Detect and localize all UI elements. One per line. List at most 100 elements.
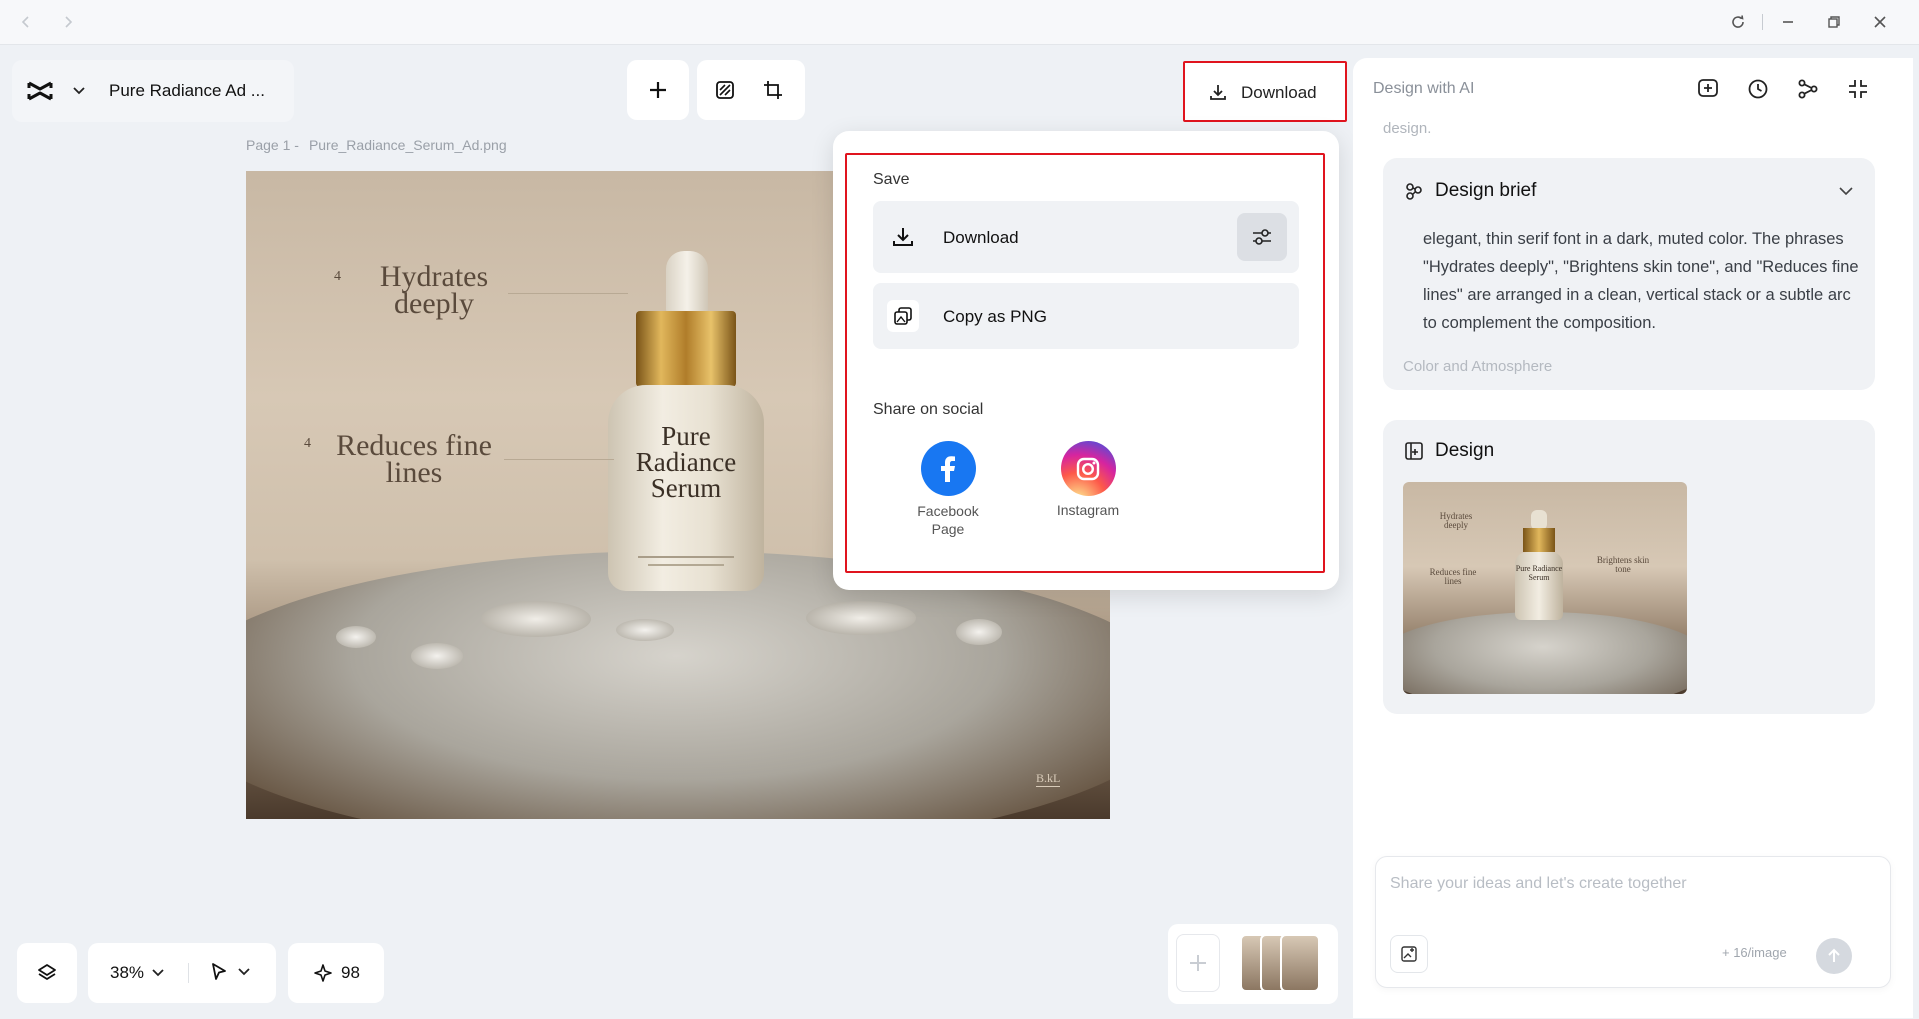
restore-icon[interactable] (1822, 10, 1846, 34)
share-facebook[interactable]: Facebook Page (893, 441, 1003, 538)
chevron-down-icon (238, 968, 250, 976)
credits-count: 98 (341, 963, 360, 982)
reload-icon[interactable] (1726, 10, 1750, 34)
leader-line (504, 459, 614, 460)
download-button[interactable]: Download (1183, 61, 1347, 122)
brand-mark: B.kL (1036, 771, 1061, 787)
chevron-down-icon (152, 969, 164, 977)
benefit-text: Hydrates deeply (379, 260, 489, 320)
titlebar-divider (1762, 14, 1763, 30)
copy-image-icon (887, 300, 919, 332)
download-icon (1207, 81, 1229, 103)
zoom-cursor-group: 38% (88, 943, 276, 1003)
brief-faded-section: Color and Atmosphere (1403, 358, 1553, 375)
facebook-label: Facebook Page (917, 503, 979, 537)
thumb-cap (1523, 528, 1555, 552)
label-line (638, 556, 734, 558)
resize-canvas-icon[interactable] (759, 76, 787, 104)
design-brief-heading: Design brief (1435, 180, 1537, 201)
droplet (481, 601, 591, 637)
download-option[interactable]: Download (873, 201, 1299, 273)
prompt-box: Share your ideas and let's create togeth… (1375, 856, 1891, 988)
page-label: Page 1 - (246, 137, 299, 153)
credit-cost: + 16/image (1722, 945, 1787, 960)
chevron-down-icon[interactable] (70, 82, 88, 100)
download-settings-button[interactable] (1237, 213, 1287, 261)
add-image-button[interactable] (1390, 935, 1428, 973)
design-brief-card: Design brief elegant, thin serif font in… (1383, 158, 1875, 390)
download-option-label: Download (943, 228, 1019, 247)
pages-strip (1168, 924, 1338, 1004)
benefit-number: 4 (334, 269, 341, 284)
thumb-text-reduces: Reduces fine lines (1429, 567, 1477, 586)
back-arrow-icon[interactable] (14, 10, 38, 34)
layers-button[interactable] (17, 943, 77, 1003)
forward-arrow-icon[interactable] (56, 10, 80, 34)
arrow-up-icon (1828, 948, 1840, 962)
droplet (411, 643, 463, 669)
instagram-icon (1060, 441, 1116, 496)
thumb-dropper (1531, 510, 1547, 530)
project-title[interactable]: Pure Radiance Ad ... (109, 81, 265, 101)
send-button[interactable] (1816, 938, 1852, 974)
add-page-button[interactable] (1176, 934, 1220, 992)
window-titlebar (0, 0, 1919, 45)
share-heading: Share on social (873, 401, 984, 418)
minimize-icon[interactable] (1776, 10, 1800, 34)
design-thumbnail[interactable]: Pure Radiance Serum Hydrates deeply Redu… (1403, 482, 1687, 694)
download-icon (889, 223, 917, 251)
chevron-down-icon[interactable] (1835, 180, 1857, 202)
benefit-reduces: 4 Reduces fine lines (304, 431, 492, 488)
page-label-row: Page 1 - Pure_Radiance_Serum_Ad.png (246, 137, 507, 153)
brief-nodes-icon (1403, 180, 1425, 202)
pointer-cursor-icon (212, 963, 226, 980)
zoom-dropdown[interactable]: 38% (110, 963, 164, 983)
share-instagram[interactable]: Instagram (1033, 441, 1143, 518)
plus-icon (1190, 955, 1206, 971)
benefit-number: 4 (304, 436, 311, 451)
copy-as-png-option[interactable]: Copy as PNG (873, 283, 1299, 349)
bottle-dropper (666, 251, 708, 315)
add-button[interactable] (627, 60, 689, 120)
collapse-icon[interactable] (1845, 76, 1871, 102)
divider (188, 963, 189, 983)
design-brief-body: elegant, thin serif font in a dark, mute… (1423, 230, 1859, 332)
zoom-level: 38% (110, 963, 145, 982)
erase-background-icon[interactable] (711, 76, 739, 104)
cursor-tool-dropdown[interactable] (210, 962, 250, 982)
credits-button[interactable]: 98 (288, 943, 384, 1003)
ai-panel-title: Design with AI (1373, 80, 1475, 97)
design-card: Design Pure Radiance Serum Hydrates deep… (1383, 420, 1875, 714)
bottle-cap (636, 311, 736, 387)
edit-tools-group (697, 60, 805, 120)
page-thumb[interactable] (1280, 934, 1320, 992)
leader-line (508, 293, 628, 294)
file-name[interactable]: Pure_Radiance_Serum_Ad.png (309, 137, 507, 153)
thumb-bottle (1515, 552, 1563, 620)
ai-panel: Design with AI design. Design brief eleg… (1353, 58, 1913, 1018)
instagram-label: Instagram (1056, 502, 1120, 518)
save-heading: Save (873, 171, 910, 188)
benefit-hydrates: 4 Hydrates deeply (334, 262, 488, 319)
close-icon[interactable] (1868, 10, 1892, 34)
prompt-input[interactable]: Share your ideas and let's create togeth… (1390, 875, 1687, 893)
thumb-text-hydrates: Hydrates deeply (1439, 511, 1473, 530)
thumb-pedestal (1403, 612, 1687, 694)
new-chat-icon[interactable] (1695, 76, 1721, 102)
add-image-icon (1401, 946, 1417, 962)
history-icon[interactable] (1745, 76, 1771, 102)
plus-icon (650, 82, 666, 98)
thumb-product-text: Pure Radiance Serum (1515, 564, 1563, 582)
label-line (648, 564, 724, 566)
design-heading: Design (1435, 440, 1495, 461)
mirror-pedestal (246, 551, 1110, 819)
page-thumbnails[interactable] (1240, 934, 1322, 992)
faded-previous-text: design. (1383, 120, 1432, 137)
sparkle-icon (314, 964, 332, 982)
design-frame-icon (1403, 440, 1425, 462)
download-menu: Save Download Copy as PNG Share on socia… (833, 131, 1339, 590)
share-icon[interactable] (1795, 76, 1821, 102)
project-menu[interactable]: Pure Radiance Ad ... (12, 60, 294, 122)
droplet (956, 619, 1002, 645)
sliders-icon (1253, 229, 1271, 245)
